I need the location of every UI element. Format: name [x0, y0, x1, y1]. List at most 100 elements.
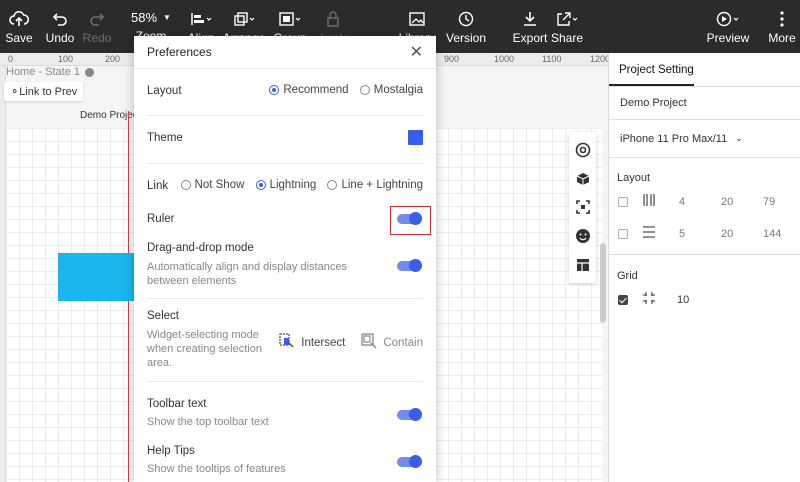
grid-section: Grid 10: [609, 255, 800, 315]
close-icon[interactable]: ✕: [410, 42, 423, 62]
artboard-label: Demo Project: [80, 110, 141, 121]
cube-icon[interactable]: [573, 169, 593, 189]
emoji-icon[interactable]: [573, 226, 593, 246]
image-icon: [409, 9, 425, 29]
select-description: Widget-selecting mode when creating sele…: [147, 329, 262, 369]
ruler-tick: 100: [58, 54, 74, 64]
help-tips-row: Help Tips Show the tooltips of features: [147, 445, 423, 476]
help-tips-toggle[interactable]: [397, 455, 422, 468]
link-to-prev-label: Link to Prev: [19, 86, 78, 98]
layout-value[interactable]: 20: [721, 228, 733, 240]
link-label: Link: [147, 180, 169, 192]
tab-project-setting[interactable]: Project Setting: [609, 53, 800, 87]
align-left-icon: [190, 9, 212, 29]
zoom-value: 58%: [131, 10, 158, 25]
grid-section-title: Grid: [617, 270, 638, 282]
device-select[interactable]: iPhone 11 Pro Max/11 ⌄: [609, 120, 800, 158]
save-label: Save: [5, 30, 33, 45]
export-label: Export: [512, 30, 548, 45]
dialog-title: Preferences: [147, 45, 212, 59]
layout-rows-checkbox[interactable]: [618, 228, 628, 239]
highlight-box: [390, 206, 431, 235]
radio-selected-icon: [255, 180, 266, 190]
radio-icon: [327, 180, 338, 190]
layout-value[interactable]: 79: [763, 196, 775, 208]
arrange-icon: [233, 9, 255, 29]
layout-option-recommend[interactable]: Recommend: [269, 84, 349, 96]
radio-label: Not Show: [194, 179, 245, 191]
ruler-tick: 200: [105, 54, 121, 64]
layout-columns-checkbox[interactable]: [618, 196, 628, 207]
more-button[interactable]: More: [768, 0, 796, 53]
toolbar-text-description: Show the top toolbar text: [147, 416, 269, 428]
select-option-label: Contain: [383, 336, 423, 349]
redo-button[interactable]: Redo: [83, 0, 111, 53]
lock-icon: [326, 9, 340, 29]
grid-size-value[interactable]: 10: [677, 294, 689, 306]
layout-value[interactable]: 20: [721, 196, 733, 208]
link-dot-icon: ⚬: [10, 86, 20, 98]
preview-label: Preview: [706, 30, 750, 45]
drag-drop-toggle[interactable]: [397, 259, 422, 272]
ruler-label: Ruler: [147, 213, 175, 225]
preview-button[interactable]: Preview: [706, 0, 750, 53]
layout-row: Layout Recommend Mostalgia: [147, 84, 423, 98]
layout-value[interactable]: 4: [679, 196, 685, 208]
drag-drop-description: Automatically align and display distance…: [147, 261, 347, 287]
properties-panel: Project Setting Demo Project iPhone 11 P…: [608, 53, 800, 482]
divider: [147, 163, 423, 164]
link-to-prev-button[interactable]: ⚬Link to Prev: [4, 82, 84, 101]
target-icon[interactable]: [573, 140, 593, 160]
radio-selected-icon: [269, 85, 280, 95]
settings-dot-icon: [84, 67, 94, 77]
more-vertical-icon: [780, 9, 784, 29]
rectangle-shape[interactable]: [58, 253, 134, 301]
save-button[interactable]: Save: [5, 0, 33, 53]
link-option-line-lightning[interactable]: Line + Lightning: [327, 179, 423, 191]
version-button[interactable]: Version: [446, 0, 486, 53]
ruler-tick: 1100: [542, 54, 562, 64]
redo-icon: [89, 9, 105, 29]
tab-label: Project Setting: [609, 64, 694, 86]
layout-rows-row: 5 20 144: [609, 226, 800, 241]
share-button[interactable]: Share: [551, 0, 583, 53]
undo-button[interactable]: Undo: [46, 0, 74, 53]
layout-option-mostalgia[interactable]: Mostalgia: [359, 84, 423, 96]
state-selector[interactable]: Home - State 1: [6, 66, 94, 78]
version-label: Version: [445, 30, 487, 45]
grid-checkbox[interactable]: [618, 294, 628, 305]
select-row: Select Widget-selecting mode when creati…: [147, 310, 423, 370]
rows-icon: [643, 226, 655, 241]
layout-value[interactable]: 5: [679, 228, 685, 240]
layout-section: Layout 4 20 79 5 20 144: [609, 158, 800, 255]
group-icon: [279, 9, 301, 29]
undo-icon: [52, 9, 68, 29]
share-icon: [556, 9, 578, 29]
drag-drop-label: Drag-and-drop mode: [147, 242, 254, 254]
play-icon: [716, 9, 740, 29]
divider: [147, 298, 423, 299]
crop-icon[interactable]: [573, 197, 593, 217]
radio-label: Recommend: [283, 84, 349, 96]
select-option-label: Intersect: [301, 336, 346, 349]
link-option-lightning[interactable]: Lightning: [255, 179, 317, 191]
export-button[interactable]: Export: [512, 0, 548, 53]
help-tips-description: Show the tooltips of features: [147, 463, 286, 475]
dialog-header: Preferences ✕: [134, 36, 436, 69]
vertical-scrollbar[interactable]: [600, 243, 606, 323]
theme-color-swatch[interactable]: [408, 130, 423, 145]
toolbar-text-toggle[interactable]: [397, 408, 422, 421]
device-name: iPhone 11 Pro Max/11: [620, 132, 728, 145]
state-label: Home - State 1: [6, 66, 80, 78]
radio-label: Lightning: [269, 179, 317, 191]
layout-value[interactable]: 144: [763, 228, 781, 240]
select-option-contain[interactable]: Contain: [361, 333, 423, 352]
radio-icon: [359, 85, 370, 95]
select-option-intersect[interactable]: Intersect: [279, 333, 345, 352]
toolbar-text-label: Toolbar text: [147, 398, 207, 410]
layout-template-icon[interactable]: [573, 255, 593, 275]
contain-icon: [361, 333, 377, 352]
link-option-not-show[interactable]: Not Show: [180, 179, 245, 191]
toolbar-text-row: Toolbar text Show the top toolbar text: [147, 398, 423, 429]
drag-drop-row: Drag-and-drop mode Automatically align a…: [147, 242, 423, 288]
